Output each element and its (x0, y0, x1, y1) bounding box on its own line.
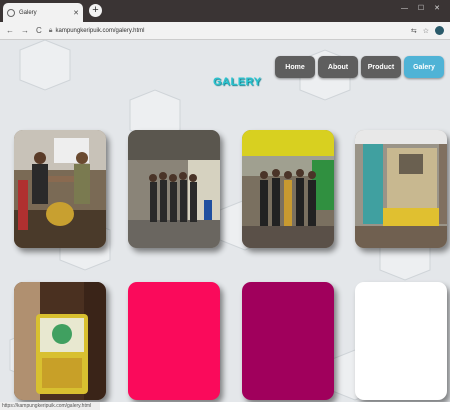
close-icon[interactable]: ✕ (73, 9, 79, 17)
browser-tab-bar: Galery ✕ + — ☐ ✕ (0, 0, 450, 22)
window-controls[interactable]: — ☐ ✕ (401, 4, 444, 12)
new-tab-button[interactable]: + (89, 4, 102, 17)
address-bar: ← → C 🔒︎ kampungkeripuik.com/galery.html… (0, 22, 450, 40)
gallery-color-tile-magenta[interactable] (242, 282, 334, 400)
favicon-icon (7, 8, 15, 17)
reload-icon[interactable]: C (36, 26, 42, 35)
page-title: GALERY (213, 76, 262, 88)
gallery-photo-handshake[interactable] (14, 130, 106, 248)
star-icon[interactable]: ☆ (423, 27, 429, 35)
lock-icon: 🔒︎ (48, 26, 53, 34)
gallery-photo-group-2[interactable] (242, 130, 334, 248)
gallery-photo-group[interactable] (128, 130, 220, 248)
nav-product-button[interactable]: Product (361, 56, 401, 78)
gallery-photo-product-package[interactable] (14, 282, 106, 400)
url-field[interactable]: kampungkeripuik.com/galery.html (56, 28, 411, 34)
forward-icon[interactable]: → (21, 26, 29, 35)
page-content: Home About Product Galery GALERY (0, 40, 450, 402)
browser-tab[interactable]: Galery ✕ (3, 3, 83, 22)
gallery-color-tile-pink[interactable] (128, 282, 220, 400)
back-icon[interactable]: ← (6, 26, 14, 35)
main-nav: Home About Product Galery (275, 56, 444, 78)
nav-galery-button[interactable]: Galery (404, 56, 444, 78)
avatar[interactable] (435, 26, 444, 35)
gallery-color-tile-white[interactable] (355, 282, 447, 400)
nav-about-button[interactable]: About (318, 56, 358, 78)
tab-title: Galery (19, 9, 37, 16)
translate-icon[interactable]: ⇆ (411, 27, 417, 35)
gallery-photo-shop[interactable] (355, 130, 447, 248)
status-bar-url: https://kampungkeripuik.com/galery.html (0, 402, 100, 410)
nav-home-button[interactable]: Home (275, 56, 315, 78)
